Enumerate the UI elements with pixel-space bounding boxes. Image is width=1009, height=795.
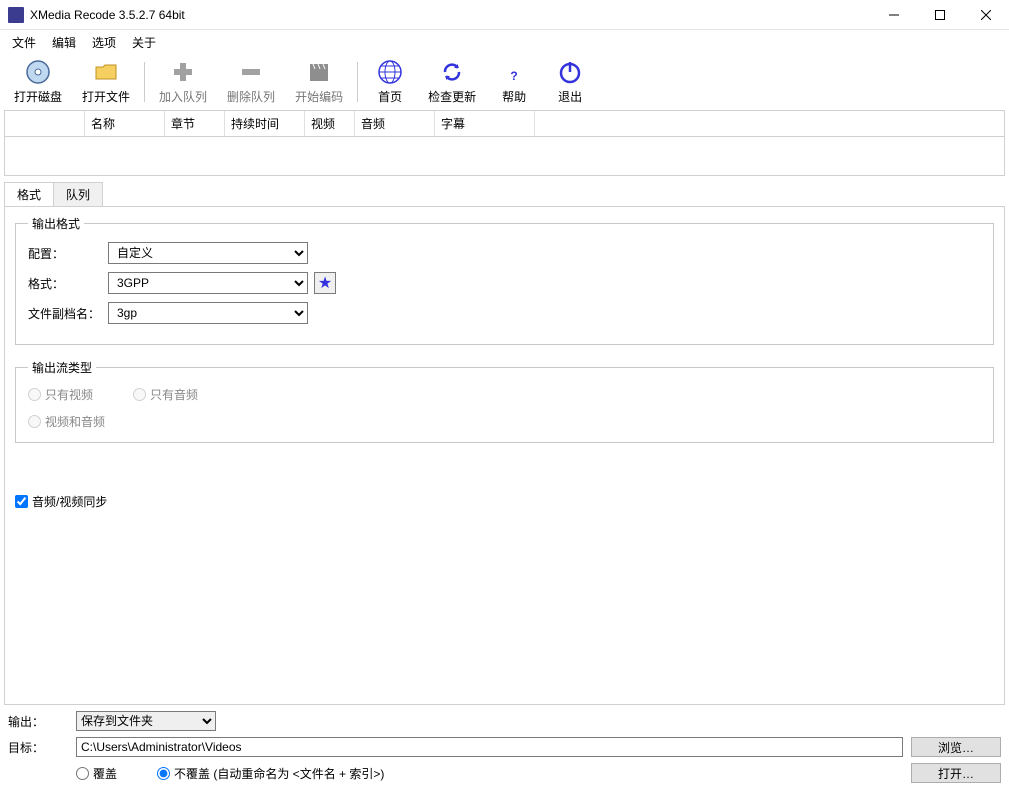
radio-overwrite[interactable]: 覆盖 bbox=[76, 765, 117, 782]
maximize-button[interactable] bbox=[917, 0, 963, 30]
question-icon: ? bbox=[500, 58, 528, 86]
table-header-chapter[interactable]: 章节 bbox=[165, 111, 225, 136]
radio-audio-only[interactable]: 只有音频 bbox=[133, 386, 198, 403]
add-queue-label: 加入队列 bbox=[159, 88, 207, 105]
minimize-button[interactable] bbox=[871, 0, 917, 30]
table-header-row: 名称 章节 持续时间 视频 音频 字幕 bbox=[5, 111, 1004, 137]
output-format-legend: 输出格式 bbox=[28, 215, 84, 232]
menu-about[interactable]: 关于 bbox=[124, 31, 164, 54]
sync-label: 音频/视频同步 bbox=[32, 493, 107, 510]
exit-label: 退出 bbox=[558, 88, 582, 105]
start-encode-button: 开始编码 bbox=[285, 56, 353, 107]
remove-queue-button: 删除队列 bbox=[217, 56, 285, 107]
content-panel: 输出格式 配置： 自定义 格式： 3GPP ★ 文件副档名： 3gp 输出流类型… bbox=[4, 206, 1005, 705]
open-disc-button[interactable]: 打开磁盘 bbox=[4, 56, 72, 107]
refresh-icon bbox=[438, 58, 466, 86]
plus-icon bbox=[169, 58, 197, 86]
star-icon: ★ bbox=[318, 273, 332, 293]
close-button[interactable] bbox=[963, 0, 1009, 30]
output-select[interactable]: 保存到文件夹 bbox=[76, 711, 216, 731]
titlebar: XMedia Recode 3.5.2.7 64bit bbox=[0, 0, 1009, 30]
output-stream-group: 输出流类型 只有视频 只有音频 视频和音频 bbox=[15, 359, 994, 443]
format-label: 格式： bbox=[28, 275, 108, 292]
clapper-icon bbox=[305, 58, 333, 86]
window-title: XMedia Recode 3.5.2.7 64bit bbox=[30, 8, 871, 22]
open-button[interactable]: 打开… bbox=[911, 763, 1001, 783]
sync-checkbox[interactable] bbox=[15, 495, 28, 508]
radio-video-audio[interactable]: 视频和音频 bbox=[28, 413, 981, 430]
table-header-video[interactable]: 视频 bbox=[305, 111, 355, 136]
table-header-audio[interactable]: 音频 bbox=[355, 111, 435, 136]
profile-select[interactable]: 自定义 bbox=[108, 242, 308, 264]
disc-icon bbox=[24, 58, 52, 86]
power-icon bbox=[556, 58, 584, 86]
menu-edit[interactable]: 编辑 bbox=[44, 31, 84, 54]
window-controls bbox=[871, 0, 1009, 30]
toolbar-separator bbox=[357, 62, 358, 102]
folder-icon bbox=[92, 58, 120, 86]
minus-icon bbox=[237, 58, 265, 86]
radio-video-only[interactable]: 只有视频 bbox=[28, 386, 93, 403]
table-header-blank[interactable] bbox=[5, 111, 85, 136]
help-button[interactable]: ? 帮助 bbox=[486, 56, 542, 107]
check-update-button[interactable]: 检查更新 bbox=[418, 56, 486, 107]
target-label: 目标： bbox=[8, 739, 68, 756]
open-file-button[interactable]: 打开文件 bbox=[72, 56, 140, 107]
home-label: 首页 bbox=[378, 88, 402, 105]
open-file-label: 打开文件 bbox=[82, 88, 130, 105]
bottom-panel: 输出： 保存到文件夹 目标： 浏览… 覆盖 不覆盖 (自动重命名为 <文件名 +… bbox=[0, 705, 1009, 795]
tab-strip: 格式 队列 bbox=[4, 182, 1005, 206]
menu-options[interactable]: 选项 bbox=[84, 31, 124, 54]
ext-select[interactable]: 3gp bbox=[108, 302, 308, 324]
open-disc-label: 打开磁盘 bbox=[14, 88, 62, 105]
app-icon bbox=[8, 7, 24, 23]
ext-label: 文件副档名： bbox=[28, 305, 108, 322]
toolbar: 打开磁盘 打开文件 加入队列 删除队列 开始编码 首页 检查更新 ? 帮助 退出 bbox=[0, 54, 1009, 110]
globe-icon bbox=[376, 58, 404, 86]
table-header-duration[interactable]: 持续时间 bbox=[225, 111, 305, 136]
exit-button[interactable]: 退出 bbox=[542, 56, 598, 107]
table-header-name[interactable]: 名称 bbox=[85, 111, 165, 136]
home-button[interactable]: 首页 bbox=[362, 56, 418, 107]
browse-button[interactable]: 浏览… bbox=[911, 737, 1001, 757]
remove-queue-label: 删除队列 bbox=[227, 88, 275, 105]
table-header-filler bbox=[535, 111, 1004, 136]
menubar: 文件 编辑 选项 关于 bbox=[0, 30, 1009, 54]
output-label: 输出： bbox=[8, 713, 68, 730]
output-format-group: 输出格式 配置： 自定义 格式： 3GPP ★ 文件副档名： 3gp bbox=[15, 215, 994, 345]
toolbar-separator bbox=[144, 62, 145, 102]
table-header-subtitle[interactable]: 字幕 bbox=[435, 111, 535, 136]
table-body[interactable] bbox=[5, 137, 1004, 175]
output-stream-legend: 输出流类型 bbox=[28, 359, 96, 376]
help-label: 帮助 bbox=[502, 88, 526, 105]
start-encode-label: 开始编码 bbox=[295, 88, 343, 105]
tab-format[interactable]: 格式 bbox=[4, 182, 54, 206]
svg-text:?: ? bbox=[510, 69, 517, 83]
sync-checkbox-row: 音频/视频同步 bbox=[15, 493, 994, 510]
target-input[interactable] bbox=[76, 737, 903, 757]
tab-queue[interactable]: 队列 bbox=[53, 182, 103, 206]
favorite-button[interactable]: ★ bbox=[314, 272, 336, 294]
radio-no-overwrite[interactable]: 不覆盖 (自动重命名为 <文件名 + 索引>) bbox=[157, 765, 384, 782]
profile-label: 配置： bbox=[28, 245, 108, 262]
check-update-label: 检查更新 bbox=[428, 88, 476, 105]
menu-file[interactable]: 文件 bbox=[4, 31, 44, 54]
file-table: 名称 章节 持续时间 视频 音频 字幕 bbox=[4, 110, 1005, 176]
add-queue-button: 加入队列 bbox=[149, 56, 217, 107]
format-select[interactable]: 3GPP bbox=[108, 272, 308, 294]
